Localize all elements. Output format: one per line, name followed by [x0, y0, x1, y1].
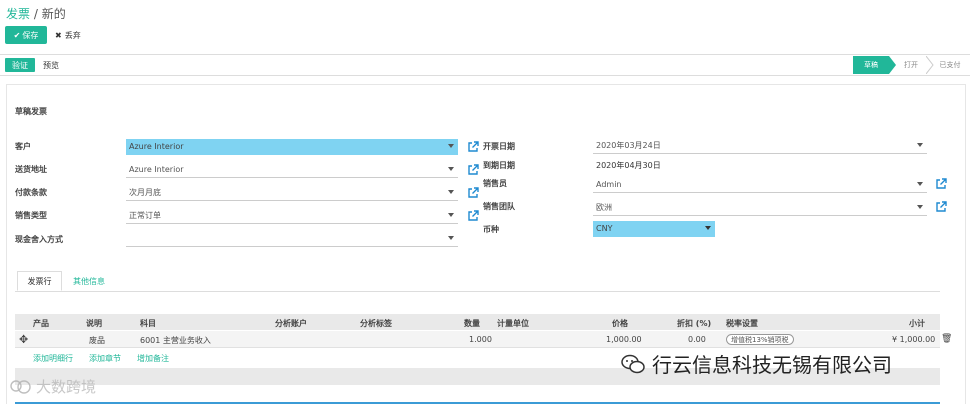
sale-type-field[interactable]: 正常订单	[126, 208, 458, 224]
external-link-icon[interactable]	[935, 178, 947, 190]
sale-type-label: 销售类型	[15, 211, 47, 220]
tab-divider	[15, 291, 940, 292]
column-header-description[interactable]: 说明	[86, 318, 102, 329]
sales-team-value: 欧洲	[596, 203, 612, 212]
add-section-link[interactable]: 添加章节	[89, 353, 121, 364]
watermark-left: 大数跨境	[10, 376, 96, 397]
watermark-right: 行云信息科技无锡有限公司	[620, 349, 892, 378]
external-link-icon[interactable]	[467, 164, 479, 176]
payment-terms-field[interactable]: 次月月底	[126, 185, 458, 201]
currency-field[interactable]: CNY	[593, 221, 715, 237]
column-header-analytic-tags[interactable]: 分析标签	[360, 318, 392, 329]
chevron-down-icon	[448, 167, 454, 171]
column-header-product[interactable]: 产品	[33, 318, 49, 329]
chevron-down-icon	[917, 143, 923, 147]
cell-account[interactable]: 6001 主营业务收入	[140, 335, 211, 346]
chevron-down-icon	[448, 236, 454, 240]
verify-button[interactable]: 验证	[5, 58, 35, 72]
column-header-taxes[interactable]: 税率设置	[726, 318, 758, 329]
status-stage-paid[interactable]: 已支付	[932, 56, 968, 74]
form-title: 草稿发票	[15, 107, 47, 116]
sales-team-field[interactable]: 欧洲	[593, 200, 927, 216]
column-header-quantity[interactable]: 数量	[464, 318, 480, 329]
add-line-link[interactable]: 添加明细行	[33, 353, 73, 364]
column-header-price[interactable]: 价格	[612, 318, 628, 329]
chevron-down-icon	[448, 190, 454, 194]
external-link-icon[interactable]	[467, 187, 479, 199]
tab-invoice-lines[interactable]: 发票行	[17, 271, 62, 291]
watermark-left-text: 大数跨境	[36, 378, 97, 396]
external-link-icon[interactable]	[467, 141, 479, 153]
trash-icon[interactable]: 🗑	[941, 334, 952, 344]
due-date-value: 2020年04月30日	[596, 160, 661, 170]
due-date-field: 2020年04月30日	[593, 157, 927, 173]
sale-type-value: 正常订单	[129, 211, 161, 220]
chat-bubble-icon	[10, 379, 31, 394]
external-link-icon[interactable]	[467, 210, 479, 222]
check-icon: ✔	[13, 30, 21, 40]
chevron-down-icon	[705, 226, 711, 230]
chevron-down-icon	[917, 205, 923, 209]
customer-label: 客户	[15, 142, 31, 151]
add-note-link[interactable]: 增加备注	[137, 353, 169, 364]
status-stage-draft[interactable]: 草稿	[853, 56, 889, 74]
cell-price[interactable]: 1,000.00	[606, 335, 642, 344]
sales-team-label: 销售团队	[483, 202, 515, 211]
breadcrumb-separator: /	[30, 7, 42, 21]
cash-rounding-field[interactable]	[126, 231, 458, 247]
cell-description[interactable]: 废品	[89, 335, 105, 346]
currency-value: CNY	[596, 224, 613, 233]
tax-tag[interactable]: 增值税13%销项税	[726, 334, 794, 345]
cash-rounding-label: 现金舍入方式	[15, 235, 63, 244]
column-header-discount[interactable]: 折扣 (%)	[677, 318, 711, 329]
column-header-uom[interactable]: 计量单位	[497, 318, 529, 329]
salesperson-field[interactable]: Admin	[593, 177, 927, 193]
chevron-down-icon	[448, 144, 454, 148]
column-header-analytic-account[interactable]: 分析账户	[275, 318, 307, 329]
column-header-subtotal[interactable]: 小计	[909, 318, 925, 329]
customer-field[interactable]: Azure Interior	[126, 139, 458, 155]
column-header-account[interactable]: 科目	[140, 318, 156, 329]
watermark-right-text: 行云信息科技无锡有限公司	[652, 353, 892, 377]
status-stage-open[interactable]: 打开	[895, 56, 927, 74]
preview-button[interactable]: 预览	[43, 58, 59, 72]
breadcrumb: 发票 / 新的	[6, 5, 66, 22]
cell-quantity[interactable]: 1.000	[469, 335, 492, 344]
wechat-icon	[621, 354, 645, 373]
delivery-address-field[interactable]: Azure Interior	[126, 162, 458, 178]
tab-other-info[interactable]: 其他信息	[65, 271, 113, 291]
salesperson-label: 销售员	[483, 179, 507, 188]
save-button[interactable]: ✔ 保存	[5, 26, 47, 44]
salesperson-value: Admin	[596, 180, 622, 189]
discard-button[interactable]: ✖ 丢弃	[55, 26, 81, 44]
chevron-down-icon	[448, 213, 454, 217]
customer-value: Azure Interior	[129, 142, 184, 151]
close-icon: ✖	[55, 30, 62, 40]
invoice-date-field[interactable]: 2020年03月24日	[593, 138, 927, 154]
breadcrumb-current: 新的	[41, 7, 66, 21]
invoice-date-label: 开票日期	[483, 142, 515, 151]
external-link-icon[interactable]	[935, 201, 947, 213]
currency-label: 币种	[483, 225, 499, 234]
save-button-label: 保存	[22, 30, 39, 40]
due-date-label: 到期日期	[483, 161, 515, 170]
discard-button-label: 丢弃	[64, 30, 81, 40]
chevron-down-icon	[917, 182, 923, 186]
invoice-date-value: 2020年03月24日	[596, 141, 661, 150]
payment-terms-label: 付款条款	[15, 188, 47, 197]
drag-handle-icon[interactable]: ✥	[19, 333, 28, 346]
delivery-address-label: 送货地址	[15, 165, 47, 174]
payment-terms-value: 次月月底	[129, 188, 161, 197]
cell-subtotal: ¥ 1,000.00	[892, 335, 936, 344]
breadcrumb-root[interactable]: 发票	[6, 7, 30, 21]
status-bar	[0, 54, 970, 76]
delivery-address-value: Azure Interior	[129, 165, 184, 174]
cell-discount[interactable]: 0.00	[688, 335, 706, 344]
